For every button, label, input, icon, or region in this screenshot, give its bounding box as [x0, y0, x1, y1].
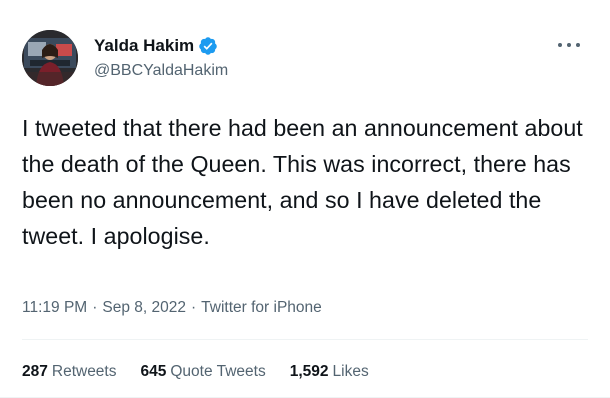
- tweet-stats: 287 Retweets 645 Quote Tweets 1,592 Likes: [22, 361, 393, 383]
- display-name[interactable]: Yalda Hakim: [94, 35, 194, 57]
- more-dot: [558, 43, 562, 47]
- avatar-photo: [22, 30, 78, 86]
- quote-tweets-count: 645: [140, 363, 167, 380]
- retweets-label: Retweets: [51, 363, 117, 380]
- author-handle[interactable]: @BBCYaldaHakim: [94, 60, 228, 82]
- tweet-source[interactable]: Twitter for iPhone: [201, 298, 322, 318]
- likes-count: 1,592: [289, 363, 329, 380]
- avatar[interactable]: [22, 30, 78, 86]
- tweet-text: I tweeted that there had been an announc…: [22, 115, 583, 249]
- retweets-stat[interactable]: 287 Retweets: [22, 361, 117, 383]
- tweet-header: Yalda Hakim @BBCYaldaHakim: [22, 30, 228, 86]
- quote-tweets-label: Quote Tweets: [170, 363, 266, 380]
- retweets-count: 287: [22, 363, 48, 380]
- more-options-icon[interactable]: [558, 38, 580, 52]
- divider: [22, 339, 588, 340]
- tweet-date[interactable]: Sep 8, 2022: [102, 298, 186, 318]
- more-dot: [567, 43, 571, 47]
- tweet-card: Yalda Hakim @BBCYaldaHakim I tweeted tha…: [0, 0, 610, 398]
- display-name-row: Yalda Hakim: [94, 34, 228, 58]
- meta-separator: ·: [92, 299, 98, 316]
- quote-tweets-stat[interactable]: 645 Quote Tweets: [141, 361, 266, 383]
- likes-label: Likes: [332, 363, 369, 380]
- tweet-time[interactable]: 11:19 PM: [22, 298, 87, 318]
- author-names: Yalda Hakim @BBCYaldaHakim: [94, 34, 228, 82]
- tweet-meta: 11:19 PM · Sep 8, 2022 · Twitter for iPh…: [22, 298, 322, 318]
- meta-separator: ·: [190, 299, 197, 316]
- verified-badge-icon: [198, 36, 218, 56]
- more-dot: [576, 43, 580, 47]
- likes-stat[interactable]: 1,592 Likes: [290, 361, 369, 383]
